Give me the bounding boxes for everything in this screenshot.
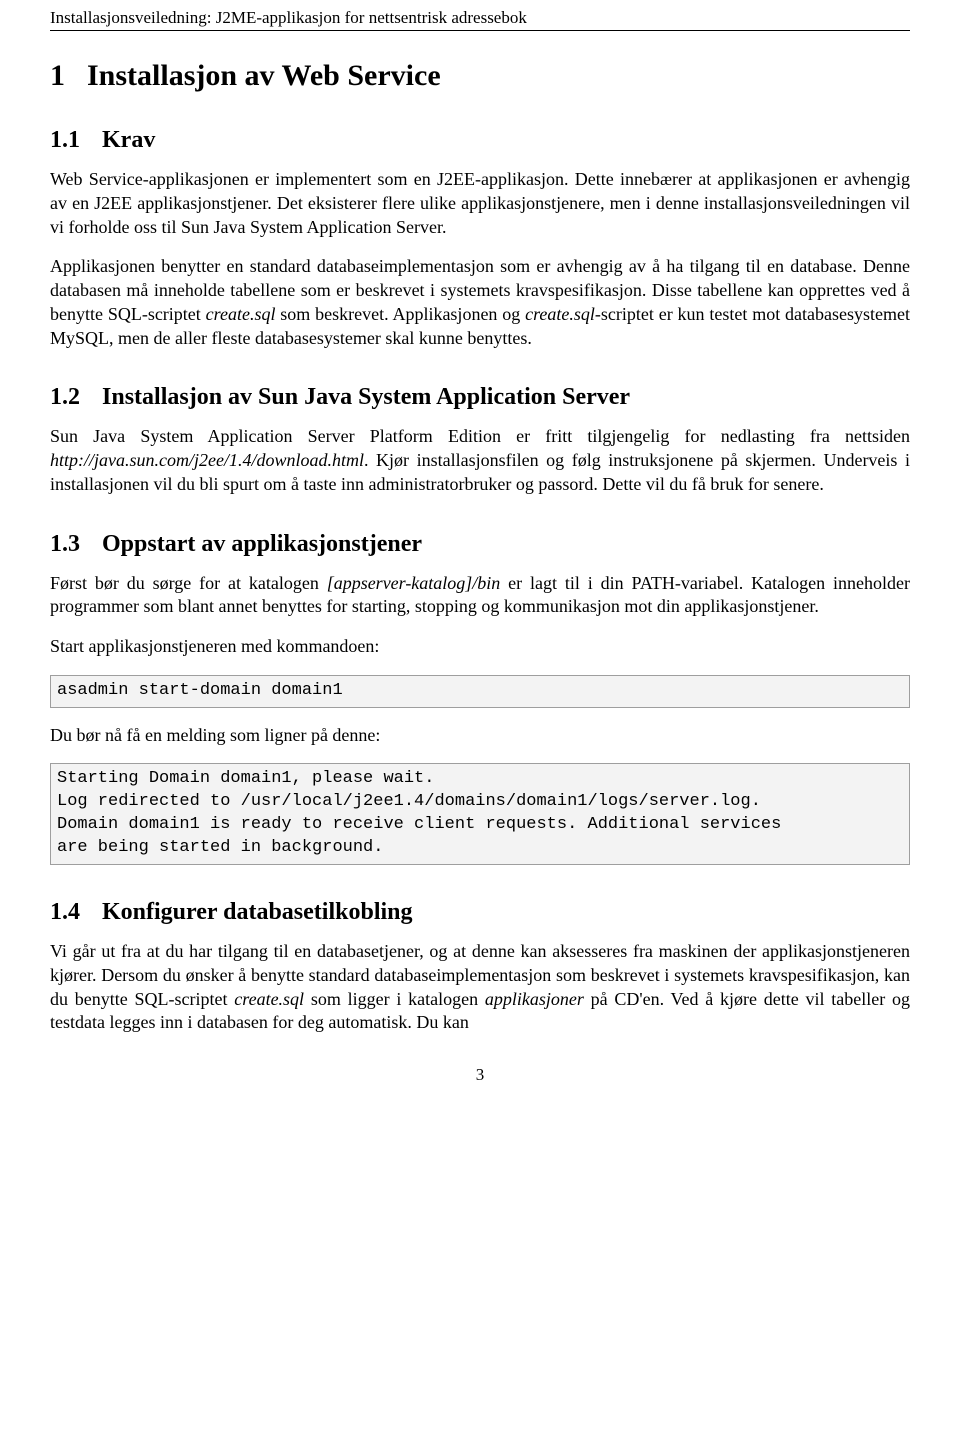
subsection-1-4-heading: 1.4 Konfigurer databasetilkobling bbox=[50, 899, 910, 926]
running-header: Installasjonsveiledning: J2ME-applikasjo… bbox=[50, 8, 910, 31]
subsection-number: 1.1 bbox=[50, 127, 80, 153]
subsection-1-2-heading: 1.2 Installasjon av Sun Java System Appli… bbox=[50, 384, 910, 411]
code-lead-in: Start applikasjonstjeneren med kommandoe… bbox=[50, 635, 910, 659]
section-number: 1 bbox=[50, 59, 65, 92]
page-number: 3 bbox=[50, 1065, 910, 1085]
section-1-heading: 1 Installasjon av Web Service bbox=[50, 59, 910, 93]
italic-text: create.sql bbox=[525, 304, 595, 324]
subsection-title: Installasjon av Sun Java System Applicat… bbox=[102, 384, 630, 410]
subsection-number: 1.3 bbox=[50, 531, 80, 557]
subsection-title: Konfigurer databasetilkobling bbox=[102, 899, 413, 925]
code-lead-in: Du bør nå få en melding som ligner på de… bbox=[50, 724, 910, 748]
text-run: som ligger i katalogen bbox=[304, 989, 485, 1009]
subsection-1-1-heading: 1.1 Krav bbox=[50, 127, 910, 154]
code-block: Starting Domain domain1, please wait. Lo… bbox=[50, 763, 910, 865]
text-run: Først bør du sørge for at katalogen bbox=[50, 573, 327, 593]
document-page: Installasjonsveiledning: J2ME-applikasjo… bbox=[0, 0, 960, 1456]
paragraph: Først bør du sørge for at katalogen [app… bbox=[50, 572, 910, 620]
italic-text: create.sql bbox=[206, 304, 276, 324]
code-block: asadmin start-domain domain1 bbox=[50, 675, 910, 708]
italic-text: create.sql bbox=[234, 989, 304, 1009]
subsection-1-3-heading: 1.3 Oppstart av applikasjonstjener bbox=[50, 531, 910, 558]
subsection-number: 1.4 bbox=[50, 899, 80, 925]
italic-url: http://java.sun.com/j2ee/1.4/download.ht… bbox=[50, 450, 364, 470]
paragraph: Web Service-applikasjonen er implementer… bbox=[50, 168, 910, 239]
italic-path: [appserver-katalog]/bin bbox=[327, 573, 501, 593]
italic-text: applikasjoner bbox=[485, 989, 584, 1009]
subsection-number: 1.2 bbox=[50, 384, 80, 410]
paragraph: Applikasjonen benytter en standard datab… bbox=[50, 255, 910, 350]
paragraph: Sun Java System Application Server Platf… bbox=[50, 425, 910, 496]
subsection-title: Oppstart av applikasjonstjener bbox=[102, 531, 422, 557]
paragraph: Vi går ut fra at du har tilgang til en d… bbox=[50, 940, 910, 1035]
section-title: Installasjon av Web Service bbox=[87, 59, 441, 92]
text-run: Sun Java System Application Server Platf… bbox=[50, 426, 910, 446]
text-run: som beskrevet. Applikasjonen og bbox=[275, 304, 525, 324]
subsection-title: Krav bbox=[102, 127, 155, 153]
